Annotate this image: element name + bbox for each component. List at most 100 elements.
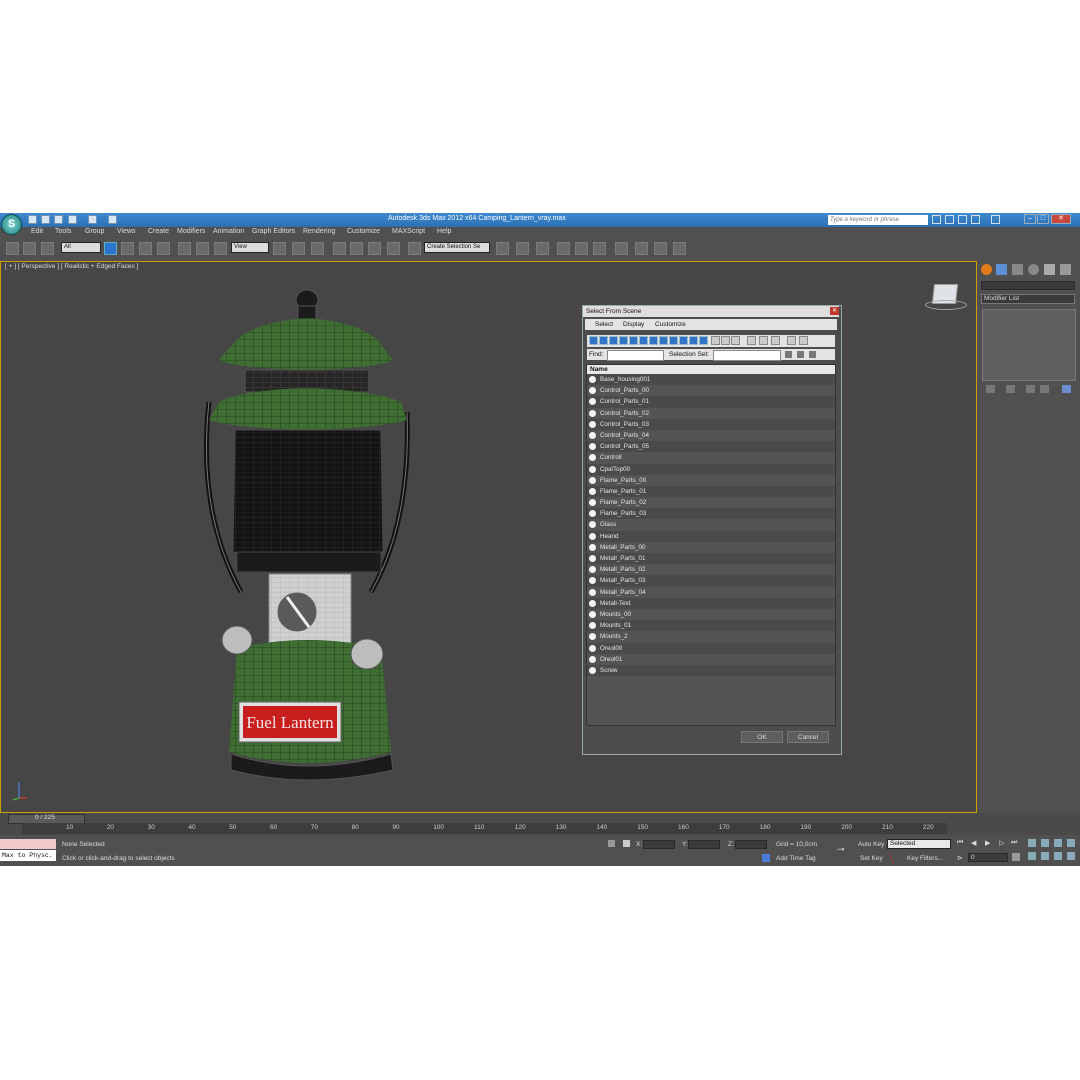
restore-button[interactable]: □: [1037, 214, 1049, 224]
current-frame-field[interactable]: 0: [968, 853, 1008, 862]
help-icon[interactable]: [991, 215, 1000, 224]
scene-object-row[interactable]: Metall_Parts_00: [587, 542, 835, 553]
reference-coord-dropdown[interactable]: View: [231, 242, 269, 253]
prev-frame-icon[interactable]: ◀: [971, 839, 976, 847]
menu-edit[interactable]: Edit: [31, 228, 43, 235]
scene-object-row[interactable]: CpalTop00: [587, 463, 835, 475]
keyboard-shortcut-icon[interactable]: [311, 242, 324, 255]
communication-icon[interactable]: [958, 215, 967, 224]
modify-tab-icon[interactable]: [996, 264, 1007, 275]
dialog-menu-select[interactable]: Select: [595, 321, 613, 328]
rendered-frame-icon[interactable]: [654, 242, 667, 255]
display-geometry-icon[interactable]: [589, 336, 598, 345]
ok-button[interactable]: OK: [741, 731, 783, 743]
render-setup-icon[interactable]: [635, 242, 648, 255]
configure-sets-icon[interactable]: [1062, 385, 1071, 393]
dialog-menu-customize[interactable]: Customize: [655, 321, 686, 328]
app-logo-icon[interactable]: S: [1, 214, 22, 235]
goto-end-icon[interactable]: ⏭: [1011, 839, 1017, 847]
scene-object-row[interactable]: Metall_Parts_04: [587, 587, 835, 598]
new-file-icon[interactable]: [28, 215, 37, 224]
menu-maxscript[interactable]: MAXScript: [392, 228, 425, 235]
menu-animation[interactable]: Animation: [213, 228, 244, 235]
minimize-button[interactable]: –: [1024, 214, 1036, 224]
menu-group[interactable]: Group: [85, 228, 104, 235]
menu-rendering[interactable]: Rendering: [303, 228, 335, 235]
scene-object-row[interactable]: Metall_Parts_03: [587, 575, 835, 587]
modifier-stack[interactable]: [982, 309, 1076, 381]
display-shapes-icon[interactable]: [599, 336, 608, 345]
render-production-icon[interactable]: [673, 242, 686, 255]
viewcube-ring[interactable]: [925, 300, 967, 310]
named-selection-dropdown[interactable]: Create Selection Se: [424, 242, 490, 253]
auto-key-button[interactable]: Auto Key: [858, 841, 884, 848]
scene-object-row[interactable]: Controll: [587, 452, 835, 463]
next-frame-icon[interactable]: ▷: [999, 839, 1004, 847]
scene-object-row[interactable]: Screw: [587, 664, 835, 677]
select-by-name-icon[interactable]: [121, 242, 134, 255]
display-none-icon[interactable]: [721, 336, 730, 345]
scene-object-row[interactable]: Control_Parts_05: [587, 441, 835, 453]
subscription-icon[interactable]: [945, 215, 954, 224]
curve-editor-icon[interactable]: [575, 242, 588, 255]
motion-tab-icon[interactable]: [1028, 264, 1039, 275]
scene-object-row[interactable]: Base_housing001: [587, 374, 835, 386]
scene-object-row[interactable]: Control_Parts_01: [587, 396, 835, 408]
favorites-star-icon[interactable]: [971, 215, 980, 224]
scale-icon[interactable]: [214, 242, 227, 255]
key-filters-button[interactable]: Key Filters...: [907, 855, 943, 862]
y-coordinate-field[interactable]: [688, 840, 720, 849]
display-xrefs-icon[interactable]: [659, 336, 668, 345]
lock-selection-icon[interactable]: [608, 840, 615, 847]
display-all-icon[interactable]: [711, 336, 720, 345]
scene-object-row[interactable]: Flame_Parts_02: [587, 497, 835, 508]
goto-start-icon[interactable]: ⏮: [957, 839, 963, 847]
display-cameras-icon[interactable]: [619, 336, 628, 345]
undo-icon[interactable]: [68, 215, 77, 224]
scene-object-row[interactable]: Mounts_01: [587, 620, 835, 632]
pin-stack-icon[interactable]: [986, 385, 995, 393]
menu-customize[interactable]: Customize: [347, 228, 380, 235]
rotate-icon[interactable]: [196, 242, 209, 255]
object-name-field[interactable]: [981, 281, 1075, 290]
select-none-icon[interactable]: [759, 336, 768, 345]
selection-set-edit-icon[interactable]: [809, 351, 816, 358]
pan-icon[interactable]: [1041, 852, 1049, 860]
selection-filter-dropdown[interactable]: All: [61, 242, 101, 253]
maxscript-listener-pink[interactable]: [0, 839, 56, 849]
scene-object-row[interactable]: Heand: [587, 530, 835, 542]
cancel-button[interactable]: Cancel: [787, 731, 829, 743]
hierarchy-tab-icon[interactable]: [1012, 264, 1023, 275]
utilities-tab-icon[interactable]: [1060, 264, 1071, 275]
angle-snap-icon[interactable]: [350, 242, 363, 255]
scene-object-row[interactable]: Control_Parts_02: [587, 408, 835, 419]
scene-object-row[interactable]: Flame_Parts_01: [587, 485, 835, 498]
select-link-icon[interactable]: [6, 242, 19, 255]
mirror-icon[interactable]: [496, 242, 509, 255]
zoom-icon[interactable]: [1028, 839, 1036, 847]
viewcube[interactable]: [925, 284, 967, 310]
x-coordinate-field[interactable]: [643, 840, 675, 849]
key-icon[interactable]: ⊸: [837, 844, 845, 855]
unlink-icon[interactable]: [23, 242, 36, 255]
selection-set-add-icon[interactable]: [785, 351, 792, 358]
align-icon[interactable]: [516, 242, 529, 255]
maximize-viewport-icon[interactable]: [1067, 852, 1075, 860]
select-manipulate-icon[interactable]: [292, 242, 305, 255]
close-button[interactable]: ✕: [1051, 214, 1071, 224]
absolute-mode-icon[interactable]: [623, 840, 630, 847]
zoom-all-icon[interactable]: [1041, 839, 1049, 847]
selection-set-dropdown[interactable]: [713, 350, 781, 361]
redo-icon[interactable]: [88, 215, 97, 224]
display-lights-icon[interactable]: [609, 336, 618, 345]
select-dependents-icon[interactable]: [799, 336, 808, 345]
scene-object-row[interactable]: Flame_Parts_03: [587, 508, 835, 520]
search-icon[interactable]: [932, 215, 941, 224]
make-unique-icon[interactable]: [1026, 385, 1035, 393]
remove-modifier-icon[interactable]: [1040, 385, 1049, 393]
display-frozen-icon[interactable]: [689, 336, 698, 345]
scene-object-row[interactable]: Flame_Parts_00: [587, 475, 835, 486]
scene-object-row[interactable]: Metall_Parts_01: [587, 553, 835, 565]
menu-views[interactable]: Views: [117, 228, 136, 235]
project-folder-icon[interactable]: [108, 215, 117, 224]
